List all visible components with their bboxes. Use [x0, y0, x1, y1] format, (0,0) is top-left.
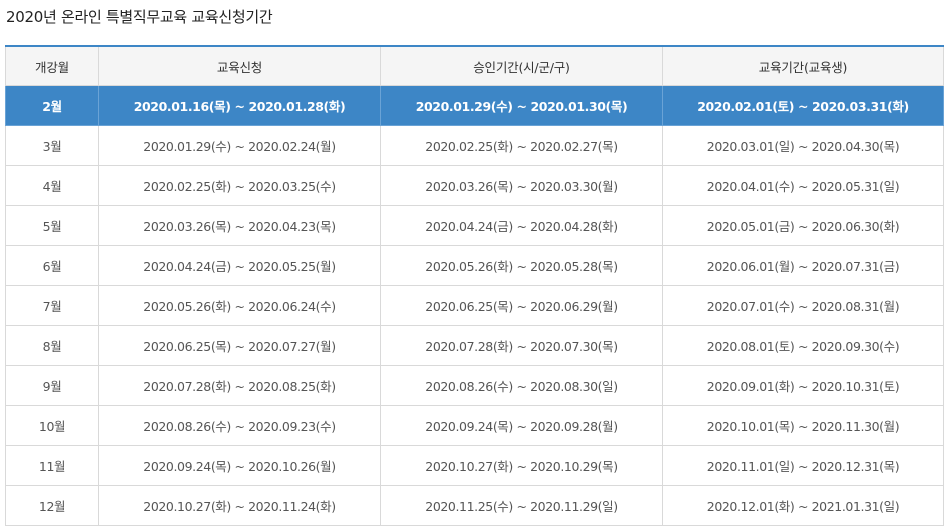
month-cell: 11월 — [5, 445, 99, 486]
education-period-cell: 2020.05.01(금) ~ 2020.06.30(화) — [662, 205, 944, 246]
apply-period-cell: 2020.05.26(화) ~ 2020.06.24(수) — [98, 285, 381, 326]
schedule-table: 개강월 교육신청 승인기간(시/군/구) 교육기간(교육생) 2월 2020.01… — [5, 45, 944, 526]
column-header-approve: 승인기간(시/군/구) — [380, 45, 663, 86]
table-row: 9월 2020.07.28(화) ~ 2020.08.25(화) 2020.08.2… — [5, 365, 944, 406]
table-row: 2월 2020.01.16(목) ~ 2020.01.28(화) 2020.01.2… — [5, 85, 944, 126]
approval-period-cell: 2020.06.25(목) ~ 2020.06.29(월) — [380, 285, 663, 326]
table-row: 5월 2020.03.26(목) ~ 2020.04.23(목) 2020.04.2… — [5, 205, 944, 246]
apply-period-cell: 2020.04.24(금) ~ 2020.05.25(월) — [98, 245, 381, 286]
education-period-cell: 2020.08.01(토) ~ 2020.09.30(수) — [662, 325, 944, 366]
apply-period-cell: 2020.07.28(화) ~ 2020.08.25(화) — [98, 365, 381, 406]
approval-period-cell: 2020.02.25(화) ~ 2020.02.27(목) — [380, 125, 663, 166]
education-period-cell: 2020.12.01(화) ~ 2021.01.31(일) — [662, 485, 944, 526]
apply-period-cell: 2020.02.25(화) ~ 2020.03.25(수) — [98, 165, 381, 206]
table-row: 7월 2020.05.26(화) ~ 2020.06.24(수) 2020.06.2… — [5, 285, 944, 326]
table-row: 8월 2020.06.25(목) ~ 2020.07.27(월) 2020.07.2… — [5, 325, 944, 366]
education-period-cell: 2020.07.01(수) ~ 2020.08.31(월) — [662, 285, 944, 326]
month-cell: 5월 — [5, 205, 99, 246]
table-row: 11월 2020.09.24(목) ~ 2020.10.26(월) 2020.10.… — [5, 445, 944, 486]
approval-period-cell: 2020.10.27(화) ~ 2020.10.29(목) — [380, 445, 663, 486]
table-row: 10월 2020.08.26(수) ~ 2020.09.23(수) 2020.09.… — [5, 405, 944, 446]
education-period-cell: 2020.10.01(목) ~ 2020.11.30(월) — [662, 405, 944, 446]
page-title: 2020년 온라인 특별직무교육 교육신청기간 — [6, 8, 273, 26]
month-cell: 2월 — [5, 85, 99, 126]
approval-period-cell: 2020.03.26(목) ~ 2020.03.30(월) — [380, 165, 663, 206]
approval-period-cell: 2020.07.28(화) ~ 2020.07.30(목) — [380, 325, 663, 366]
apply-period-cell: 2020.03.26(목) ~ 2020.04.23(목) — [98, 205, 381, 246]
month-cell: 3월 — [5, 125, 99, 166]
apply-period-cell: 2020.10.27(화) ~ 2020.11.24(화) — [98, 485, 381, 526]
month-cell: 10월 — [5, 405, 99, 446]
approval-period-cell: 2020.04.24(금) ~ 2020.04.28(화) — [380, 205, 663, 246]
month-cell: 12월 — [5, 485, 99, 526]
apply-period-cell: 2020.06.25(목) ~ 2020.07.27(월) — [98, 325, 381, 366]
month-cell: 4월 — [5, 165, 99, 206]
table-header-row: 개강월 교육신청 승인기간(시/군/구) 교육기간(교육생) — [5, 45, 944, 86]
approval-period-cell: 2020.11.25(수) ~ 2020.11.29(일) — [380, 485, 663, 526]
education-period-cell: 2020.03.01(일) ~ 2020.04.30(목) — [662, 125, 944, 166]
table-row: 4월 2020.02.25(화) ~ 2020.03.25(수) 2020.03.2… — [5, 165, 944, 206]
education-period-cell: 2020.02.01(토) ~ 2020.03.31(화) — [662, 85, 944, 126]
month-cell: 9월 — [5, 365, 99, 406]
approval-period-cell: 2020.05.26(화) ~ 2020.05.28(목) — [380, 245, 663, 286]
education-period-cell: 2020.04.01(수) ~ 2020.05.31(일) — [662, 165, 944, 206]
column-header-month: 개강월 — [5, 45, 99, 86]
month-cell: 6월 — [5, 245, 99, 286]
apply-period-cell: 2020.08.26(수) ~ 2020.09.23(수) — [98, 405, 381, 446]
education-period-cell: 2020.09.01(화) ~ 2020.10.31(토) — [662, 365, 944, 406]
table-row: 6월 2020.04.24(금) ~ 2020.05.25(월) 2020.05.2… — [5, 245, 944, 286]
apply-period-cell: 2020.09.24(목) ~ 2020.10.26(월) — [98, 445, 381, 486]
month-cell: 7월 — [5, 285, 99, 326]
approval-period-cell: 2020.01.29(수) ~ 2020.01.30(목) — [380, 85, 663, 126]
education-period-cell: 2020.06.01(월) ~ 2020.07.31(금) — [662, 245, 944, 286]
apply-period-cell: 2020.01.16(목) ~ 2020.01.28(화) — [98, 85, 381, 126]
approval-period-cell: 2020.08.26(수) ~ 2020.08.30(일) — [380, 365, 663, 406]
apply-period-cell: 2020.01.29(수) ~ 2020.02.24(월) — [98, 125, 381, 166]
table-row: 3월 2020.01.29(수) ~ 2020.02.24(월) 2020.02.2… — [5, 125, 944, 166]
education-period-cell: 2020.11.01(일) ~ 2020.12.31(목) — [662, 445, 944, 486]
column-header-apply: 교육신청 — [98, 45, 381, 86]
approval-period-cell: 2020.09.24(목) ~ 2020.09.28(월) — [380, 405, 663, 446]
table-row: 12월 2020.10.27(화) ~ 2020.11.24(화) 2020.11.… — [5, 485, 944, 526]
month-cell: 8월 — [5, 325, 99, 366]
column-header-education: 교육기간(교육생) — [662, 45, 944, 86]
